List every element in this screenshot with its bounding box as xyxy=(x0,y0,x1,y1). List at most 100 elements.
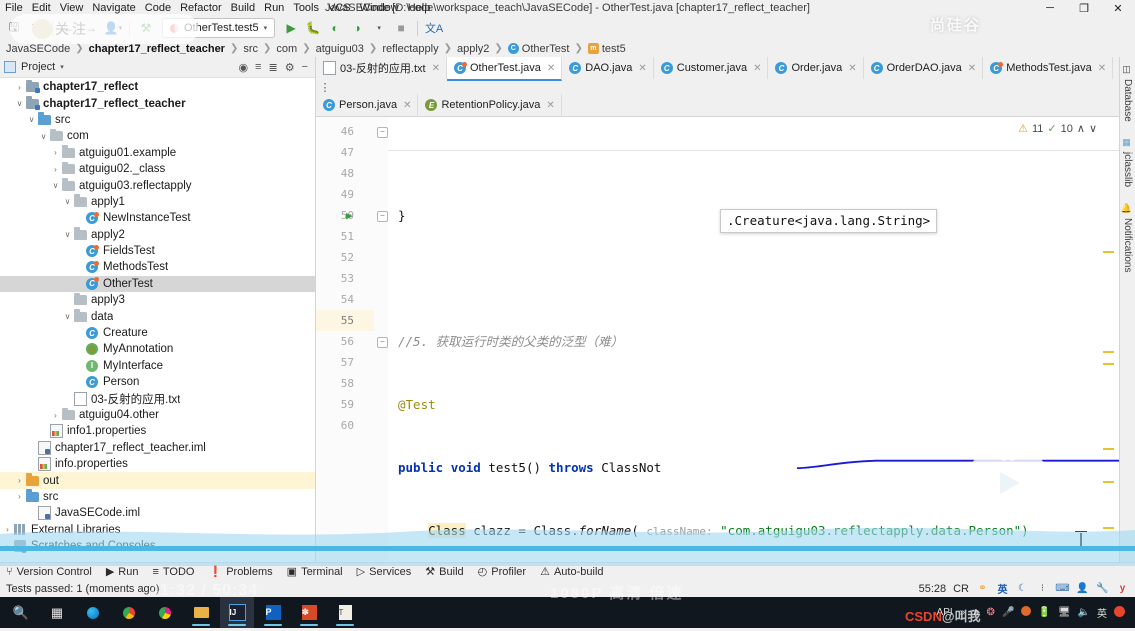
build-hammer-icon[interactable]: ⚒ xyxy=(136,18,156,38)
expand-arrow-icon[interactable]: › xyxy=(50,165,61,174)
maximize-button[interactable]: ❐ xyxy=(1067,0,1101,16)
chevron-down-icon[interactable]: ▾ xyxy=(60,63,64,71)
edge-icon[interactable] xyxy=(76,597,110,628)
line-number-56[interactable]: 56 xyxy=(316,331,374,352)
bottom-tool-terminal[interactable]: ▣ Terminal xyxy=(287,565,343,579)
line-number-52[interactable]: 52 xyxy=(316,247,374,268)
breadcrumb-item-com[interactable]: com xyxy=(272,43,301,55)
editor-tab-dao-java[interactable]: C DAO.java ✕ xyxy=(562,57,654,79)
expand-arrow-icon[interactable]: ∨ xyxy=(62,312,73,321)
tree-item-apply3[interactable]: apply3 xyxy=(0,292,315,308)
bottom-tool-profiler[interactable]: ◴ Profiler xyxy=(478,565,526,579)
bottom-tool-auto-build[interactable]: ⚠ Auto-build xyxy=(540,565,603,579)
code-line-47[interactable] xyxy=(388,268,1119,289)
tree-item-atguigu04-other[interactable]: › atguigu04.other xyxy=(0,407,315,423)
expand-arrow-icon[interactable]: › xyxy=(14,492,25,501)
microphone-icon[interactable]: 🎤 xyxy=(1002,607,1014,618)
line-number-51[interactable]: 51 xyxy=(316,226,374,247)
tree-item-methodstest[interactable]: C MethodsTest xyxy=(0,259,315,275)
tool-window-button-database[interactable]: ◫ Database xyxy=(1122,65,1133,122)
hide-panel-icon[interactable]: − xyxy=(302,61,308,74)
tree-item-creature[interactable]: C Creature xyxy=(0,325,315,341)
bottom-tool-bar[interactable]: ⑂ Version Control ▶ Run ≡ TODO ❗ Problems ▣ Termi… xyxy=(0,562,1135,580)
search-icon[interactable]: 🔍 xyxy=(4,597,38,628)
line-number-54[interactable]: 54 xyxy=(316,289,374,310)
y-icon[interactable]: y xyxy=(1116,582,1129,595)
close-icon[interactable]: ✕ xyxy=(848,63,856,74)
line-number-50[interactable]: 50 ▶ xyxy=(316,205,374,226)
run-test-gutter-icon[interactable]: ▶ xyxy=(346,205,353,226)
debug-button[interactable]: 🐛 xyxy=(303,18,323,38)
run-with-coverage-button[interactable]: ◐ xyxy=(325,18,345,38)
editor-tab-03-txt[interactable]: 03-反射的应用.txt ✕ xyxy=(316,57,447,79)
profile-dropdown-caret[interactable]: ▾ xyxy=(369,18,389,38)
code-line-49[interactable]: @Test xyxy=(388,394,1119,415)
csdn-icon[interactable] xyxy=(1114,605,1125,620)
fold-marker[interactable]: − xyxy=(377,127,388,138)
expand-arrow-icon[interactable]: ∨ xyxy=(14,99,25,108)
intellij-idea-icon[interactable]: IJ xyxy=(220,597,254,628)
bottom-tool-problems[interactable]: ❗ Problems xyxy=(208,565,272,579)
close-icon[interactable]: ✕ xyxy=(403,100,411,111)
close-button[interactable]: ✕ xyxy=(1101,0,1135,16)
tree-item-external-libraries[interactable]: › External Libraries xyxy=(0,522,315,538)
tree-item-apply1[interactable]: ∨ apply1 xyxy=(0,194,315,210)
menu-item-view[interactable]: View xyxy=(60,2,84,14)
expand-arrow-icon[interactable]: › xyxy=(2,542,13,551)
breadcrumb-item-src[interactable]: src xyxy=(239,43,262,55)
expand-arrow-icon[interactable]: ∨ xyxy=(62,230,73,239)
editor-tab-othertest-java[interactable]: C OtherTest.java ✕ xyxy=(446,57,563,81)
run-button[interactable]: ▶ xyxy=(281,18,301,38)
close-icon[interactable]: ✕ xyxy=(638,63,646,74)
expand-arrow-icon[interactable]: › xyxy=(2,525,13,534)
file-explorer-icon[interactable] xyxy=(184,597,218,628)
sync-icon[interactable]: ↻ xyxy=(26,18,46,38)
expand-all-icon[interactable]: ≡ xyxy=(255,61,261,74)
menu-item-run[interactable]: Run xyxy=(264,2,284,14)
caret-position[interactable]: 55:28 xyxy=(919,583,947,595)
save-all-icon[interactable]: 🖫 xyxy=(4,18,24,38)
tree-item-info-properties[interactable]: info.properties xyxy=(0,456,315,472)
line-number-46[interactable]: 46 xyxy=(316,121,374,142)
code-editor[interactable]: ⚠ 11 ✓ 10 ∧ ∨ 46 47 48 49 50 ▶ 51 52 53 54 55 56 57 5… xyxy=(316,117,1119,562)
project-tree[interactable]: › chapter17_reflect ∨ chapter17_reflect_tea… xyxy=(0,78,315,562)
tree-item-person[interactable]: C Person xyxy=(0,374,315,390)
close-icon[interactable]: ✕ xyxy=(1098,63,1106,74)
close-icon[interactable]: ✕ xyxy=(753,63,761,74)
line-number-47[interactable]: 47 xyxy=(316,142,374,163)
fold-marker[interactable]: − xyxy=(377,211,388,222)
chrome-icon[interactable] xyxy=(112,597,146,628)
menu-item-help[interactable]: Help xyxy=(408,2,431,14)
line-number-60[interactable]: 60 xyxy=(316,415,374,436)
editor-tab-person-java[interactable]: C Person.java ✕ xyxy=(316,94,419,116)
tree-item-fieldstest[interactable]: C FieldsTest xyxy=(0,243,315,259)
prev-problem-icon[interactable]: ∧ xyxy=(1077,122,1085,135)
editor-tab-orderdao-java[interactable]: C OrderDAO.java ✕ xyxy=(863,57,984,79)
stop-button[interactable]: ■ xyxy=(391,18,411,38)
record-icon[interactable] xyxy=(1021,606,1032,619)
ime-language-indicator[interactable]: 英 xyxy=(996,582,1009,596)
chevron-down-icon[interactable]: ▾ xyxy=(264,24,268,32)
line-number-55[interactable]: 55 xyxy=(316,310,374,331)
code-text[interactable]: } //5. 获取运行时类的父类的泛型（难） @Test public void… xyxy=(388,117,1119,562)
tree-item-newinstancetest[interactable]: C NewInstanceTest xyxy=(0,210,315,226)
menu-item-navigate[interactable]: Navigate xyxy=(92,2,135,14)
user-icon[interactable]: 👤 xyxy=(1076,582,1089,595)
code-folding-column[interactable]: − − − xyxy=(374,117,388,562)
navicat-icon[interactable]: ✽ xyxy=(292,597,326,628)
breadcrumb-item-module[interactable]: chapter17_reflect_teacher xyxy=(85,43,229,55)
menu-item-edit[interactable]: Edit xyxy=(32,2,51,14)
menu-item-tools[interactable]: Tools xyxy=(293,2,319,14)
line-number-58[interactable]: 58 xyxy=(316,373,374,394)
collapse-all-icon[interactable]: ≣ xyxy=(268,61,277,74)
line-number-48[interactable]: 48 xyxy=(316,163,374,184)
back-arrow-icon[interactable]: ← xyxy=(59,18,79,38)
editor-tabs-more-icon[interactable]: ⋮ xyxy=(316,81,334,94)
fold-marker[interactable]: − xyxy=(377,337,388,348)
breadcrumb-item-atguigu03[interactable]: atguigu03 xyxy=(312,43,368,55)
profile-icon[interactable]: 👤 ▾ xyxy=(103,18,123,38)
next-problem-icon[interactable]: ∨ xyxy=(1089,122,1097,135)
editor-tab-customer-java[interactable]: C Customer.java ✕ xyxy=(653,57,769,79)
close-icon[interactable]: ✕ xyxy=(547,63,555,74)
forward-arrow-icon[interactable]: → xyxy=(81,18,101,38)
